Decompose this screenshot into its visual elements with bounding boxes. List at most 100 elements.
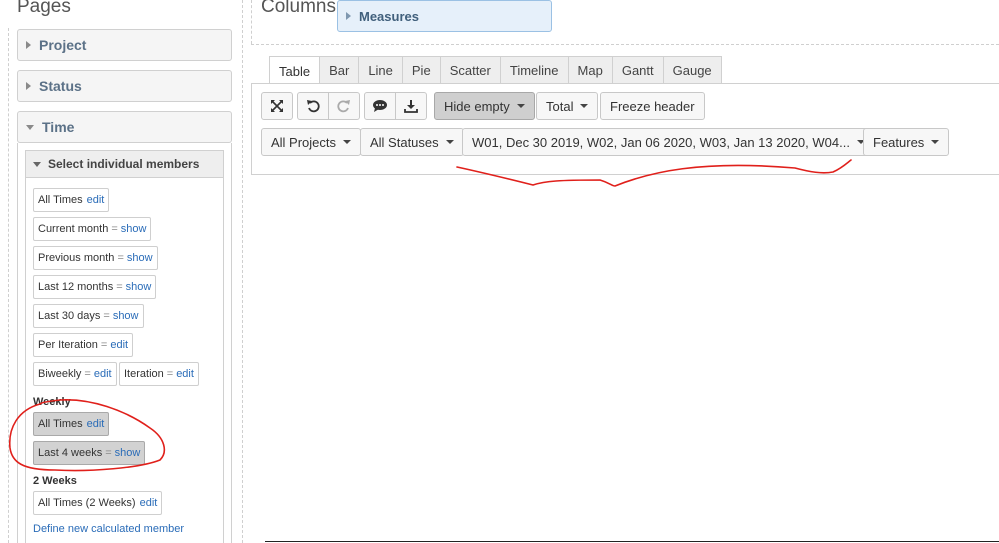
statuses-filter-dropdown[interactable]: All Statuses (360, 128, 464, 156)
caret-down-icon (516, 104, 525, 108)
tab-gantt[interactable]: Gantt (611, 56, 664, 84)
caret-down-icon (343, 140, 352, 144)
time-filter-label: W01, Dec 30 2019, W02, Jan 06 2020, W03,… (472, 134, 850, 150)
freeze-header-label: Freeze header (610, 98, 695, 114)
member-show-link[interactable]: show (126, 281, 152, 293)
member-all-times-2-weeks[interactable]: All Times (2 Weeks) edit (33, 491, 163, 515)
member-current-month[interactable]: Current month = show (33, 217, 152, 241)
measures-dimension[interactable]: Measures (337, 0, 552, 32)
tab-pie[interactable]: Pie (401, 56, 441, 84)
tab-scatter[interactable]: Scatter (439, 56, 501, 84)
member-show-link[interactable]: show (115, 447, 141, 459)
redo-button[interactable] (328, 92, 360, 120)
member-edit-link[interactable]: edit (176, 368, 194, 380)
features-filter-label: Features (873, 134, 925, 150)
member-edit-link[interactable]: edit (94, 368, 112, 380)
member-label: Last 30 days (38, 310, 101, 322)
member-all-times[interactable]: All Times edit (33, 188, 110, 212)
sidebar-right-divider (242, 0, 243, 543)
features-filter-dropdown[interactable]: Features (863, 128, 950, 156)
tab-gauge[interactable]: Gauge (662, 56, 722, 84)
freeze-header-button[interactable]: Freeze header (600, 92, 705, 120)
comment-button[interactable] (364, 92, 396, 120)
member-label: All Times (38, 418, 83, 430)
tab-table[interactable]: Table (269, 56, 321, 85)
member-show-link[interactable]: show (127, 252, 153, 264)
status-panel-label: Status (39, 78, 82, 94)
measures-label: Measures (359, 8, 419, 24)
tab-timeline[interactable]: Timeline (499, 56, 569, 84)
pages-title: Pages (17, 0, 71, 17)
projects-filter-label: All Projects (271, 134, 337, 150)
project-panel-label: Project (39, 37, 87, 53)
select-members-header[interactable]: Select individual members (25, 150, 224, 178)
member-per-iteration[interactable]: Per Iteration = edit (33, 333, 134, 357)
member-equals: = (103, 310, 110, 322)
status-panel-header[interactable]: Status (17, 70, 232, 102)
visualization-tabs: Table Bar Line Pie Scatter Timeline Map … (269, 56, 722, 85)
member-biweekly[interactable]: Biweekly = edit (33, 362, 117, 386)
time-panel-header[interactable]: Time (17, 111, 232, 143)
expand-arrows-icon (271, 100, 283, 112)
comment-icon (373, 100, 387, 112)
time-filter-dropdown[interactable]: W01, Dec 30 2019, W02, Jan 06 2020, W03,… (462, 128, 875, 156)
expand-arrow-icon (26, 82, 31, 90)
bottom-border (265, 541, 999, 542)
hide-empty-dropdown[interactable]: Hide empty (434, 92, 535, 120)
member-equals: = (100, 339, 108, 351)
member-label: Last 12 months (38, 281, 114, 293)
member-label: Iteration (124, 368, 164, 380)
tab-bar[interactable]: Bar (319, 56, 360, 84)
select-members-label: Select individual members (48, 157, 200, 171)
caret-down-icon (580, 104, 589, 108)
caret-down-icon (931, 140, 940, 144)
download-icon (404, 100, 418, 113)
tab-map[interactable]: Map (567, 56, 613, 84)
tab-line[interactable]: Line (358, 56, 403, 84)
member-show-link[interactable]: show (113, 310, 139, 322)
collapse-arrow-icon (33, 161, 41, 167)
member-weekly-all-times[interactable]: All Times edit (33, 412, 110, 436)
member-edit-link[interactable]: edit (87, 194, 105, 206)
time-panel-label: Time (42, 119, 75, 135)
fullscreen-button[interactable] (261, 92, 293, 120)
member-last-30-days[interactable]: Last 30 days = show (33, 304, 144, 328)
export-button[interactable] (395, 92, 427, 120)
member-last-4-weeks[interactable]: Last 4 weeks = show (33, 441, 146, 465)
member-previous-month[interactable]: Previous month = show (33, 246, 158, 270)
member-equals: = (117, 252, 124, 264)
projects-filter-dropdown[interactable]: All Projects (261, 128, 362, 156)
member-edit-link[interactable]: edit (110, 339, 128, 351)
columns-left-divider (251, 0, 252, 44)
undo-icon (307, 100, 320, 113)
two-weeks-group-label: 2 Weeks (33, 475, 77, 487)
project-panel-header[interactable]: Project (17, 29, 232, 61)
member-edit-link[interactable]: edit (140, 497, 158, 509)
member-label: Biweekly (38, 368, 82, 380)
collapse-arrow-icon (26, 124, 34, 130)
member-edit-link[interactable]: edit (87, 418, 105, 430)
member-last-12-months[interactable]: Last 12 months = show (33, 275, 157, 299)
member-show-link[interactable]: show (121, 223, 147, 235)
member-iteration[interactable]: Iteration = edit (119, 362, 199, 386)
member-label: All Times (38, 194, 83, 206)
member-label: Per Iteration (38, 339, 98, 351)
member-equals: = (111, 223, 118, 235)
member-label: Current month (38, 223, 109, 235)
total-label: Total (546, 98, 574, 114)
member-equals: = (105, 447, 112, 459)
member-label: All Times (2 Weeks) (38, 497, 136, 509)
weekly-group-label: Weekly (33, 396, 71, 408)
expand-arrow-icon (26, 41, 31, 49)
caret-down-icon (445, 140, 454, 144)
columns-bottom-divider (251, 44, 999, 45)
define-calculated-member-link[interactable]: Define new calculated member (33, 523, 184, 535)
member-label: Previous month (38, 252, 115, 264)
member-label: Last 4 weeks (38, 447, 103, 459)
total-dropdown[interactable]: Total (536, 92, 599, 120)
undo-button[interactable] (297, 92, 329, 120)
expand-arrow-icon (346, 12, 351, 20)
hide-empty-label: Hide empty (444, 98, 510, 114)
member-equals: = (166, 368, 174, 380)
sidebar-left-divider (8, 28, 9, 543)
